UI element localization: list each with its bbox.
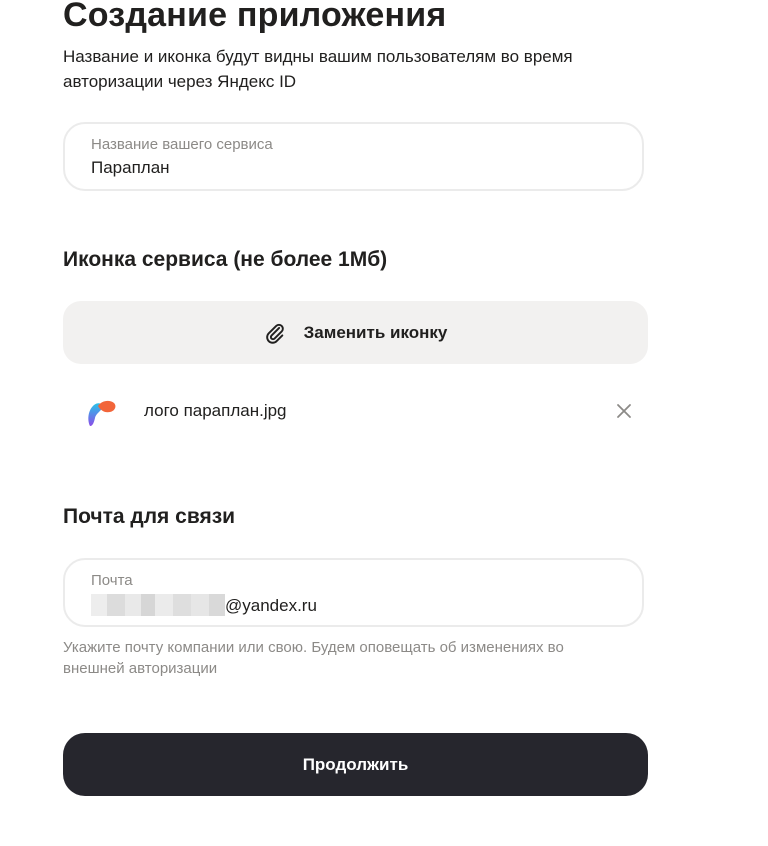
uploaded-file-row: лого параплан.jpg xyxy=(63,388,644,436)
email-value[interactable]: @yandex.ru xyxy=(91,594,317,616)
paraplan-logo-thumbnail xyxy=(88,400,116,426)
email-domain: @yandex.ru xyxy=(225,596,317,615)
continue-button[interactable]: Продолжить xyxy=(63,733,648,796)
service-name-field[interactable]: Название вашего сервиса Параплан xyxy=(63,122,644,191)
email-field[interactable]: Почта @yandex.ru xyxy=(63,558,644,627)
email-label: Почта xyxy=(91,572,133,589)
file-name: лого параплан.jpg xyxy=(144,401,287,420)
email-section-heading: Почта для связи xyxy=(63,505,236,528)
service-name-label: Название вашего сервиса xyxy=(91,136,273,153)
page-title: Создание приложения xyxy=(63,0,447,34)
close-icon[interactable] xyxy=(615,402,633,420)
icon-section-heading: Иконка сервиса (не более 1Мб) xyxy=(63,248,388,271)
replace-icon-button[interactable]: Заменить иконку xyxy=(63,301,648,364)
paperclip-icon xyxy=(265,323,284,344)
page-subtitle: Название и иконка будут видны вашим поль… xyxy=(63,47,573,91)
replace-icon-label: Заменить иконку xyxy=(303,322,448,342)
email-blurred-local-part xyxy=(91,594,225,616)
email-hint: Укажите почту компании или свою. Будем о… xyxy=(63,639,564,677)
service-name-value[interactable]: Параплан xyxy=(91,158,170,178)
